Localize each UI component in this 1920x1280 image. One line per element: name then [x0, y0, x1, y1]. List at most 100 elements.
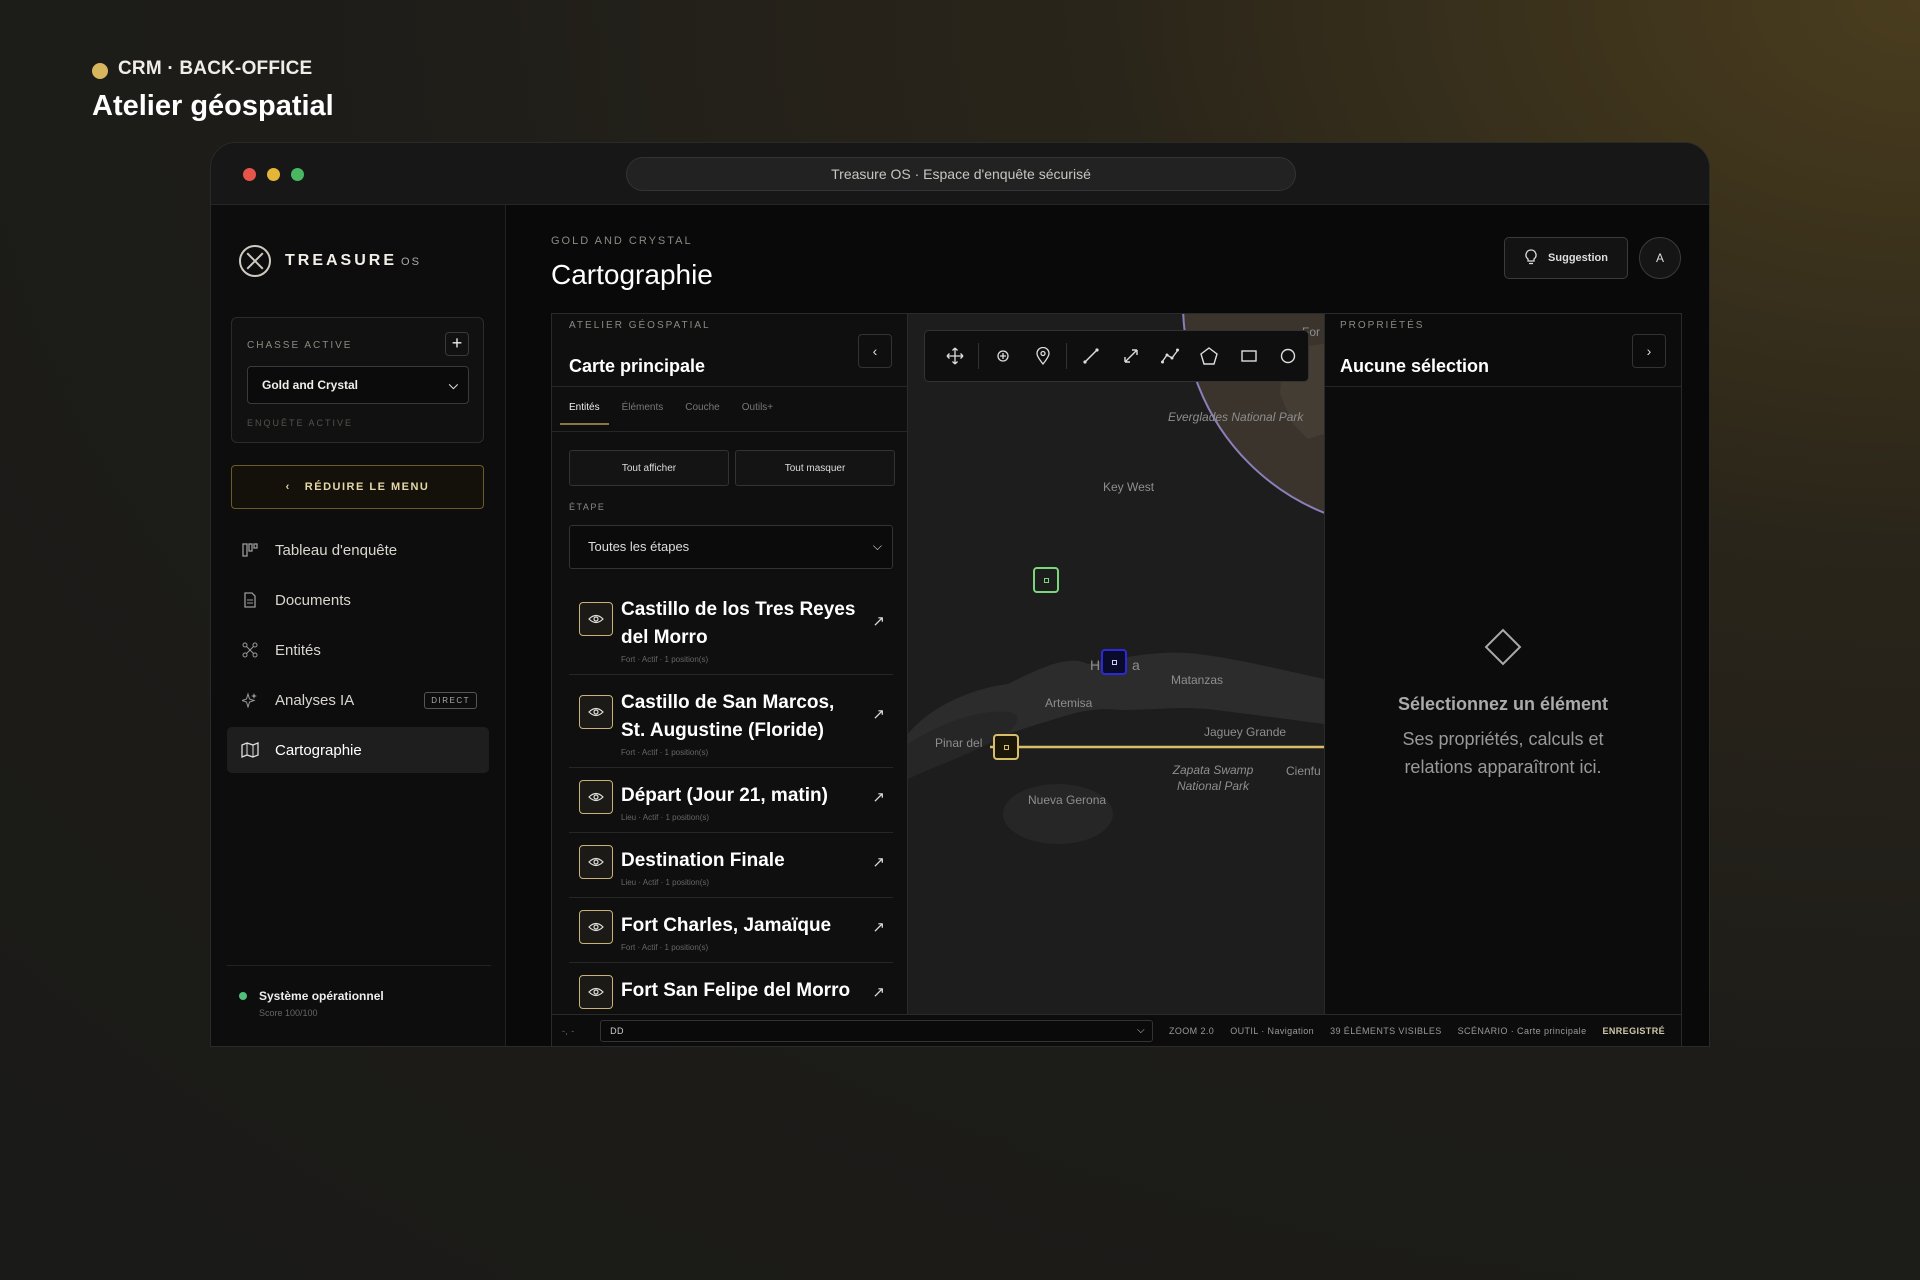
- list-item[interactable]: Castillo de San Marcos, St. Augustine (F…: [569, 675, 893, 768]
- collapse-panel-button[interactable]: ‹: [858, 334, 892, 368]
- marker-square-icon: [1111, 659, 1117, 665]
- active-hunt-label: CHASSE ACTIVE: [247, 340, 353, 351]
- suggestion-button[interactable]: Suggestion: [1504, 237, 1628, 279]
- line-icon[interactable]: [1071, 336, 1110, 376]
- list-item[interactable]: Départ (Jour 21, matin) Lieu · Actif · 1…: [569, 768, 893, 833]
- minimize-window-button[interactable]: [267, 168, 280, 181]
- sidebar-item-documents[interactable]: Documents: [227, 577, 489, 623]
- sidebar-item-entites[interactable]: Entités: [227, 627, 489, 673]
- chevron-down-icon: ⌵: [1136, 1025, 1145, 1036]
- empty-state-title: Sélectionnez un élément: [1397, 694, 1609, 714]
- eye-icon[interactable]: [579, 845, 613, 879]
- open-arrow-icon[interactable]: ↗: [872, 612, 885, 630]
- open-arrow-icon[interactable]: ↗: [872, 788, 885, 806]
- rectangle-icon[interactable]: [1229, 336, 1268, 376]
- stage-label: ÉTAPE: [569, 502, 606, 512]
- divider: [1066, 343, 1068, 369]
- eye-icon[interactable]: [579, 695, 613, 729]
- collapse-properties-button[interactable]: ›: [1632, 334, 1666, 368]
- eye-icon[interactable]: [579, 780, 613, 814]
- stage-select[interactable]: Toutes les étapes ⌵: [569, 525, 893, 569]
- coordinate-format-select[interactable]: DD ⌵: [600, 1020, 1153, 1042]
- list-item[interactable]: Destination Finale Lieu · Actif · 1 posi…: [569, 833, 893, 898]
- tab-couche[interactable]: Couche: [676, 402, 728, 425]
- entity-name: Destination Finale: [621, 850, 785, 871]
- panel-tabs: Entités Éléments Couche Outils+: [560, 402, 786, 425]
- saved-status: ENREGISTRÉ: [1602, 1026, 1665, 1036]
- hunt-select[interactable]: Gold and Crystal ⌵: [247, 366, 469, 404]
- open-arrow-icon[interactable]: ↗: [872, 983, 885, 1001]
- polygon-icon[interactable]: [1190, 336, 1229, 376]
- list-item[interactable]: Castillo de los Tres Reyes del Morro For…: [569, 582, 893, 675]
- map-canvas[interactable]: Everglades National Park Key West Matanz…: [908, 314, 1324, 1016]
- empty-state: Sélectionnez un élément Ses propriétés, …: [1325, 628, 1681, 781]
- avatar[interactable]: A: [1639, 237, 1681, 279]
- chevron-down-icon: ⌵: [872, 539, 882, 553]
- sidebar-item-cartographie[interactable]: Cartographie: [227, 727, 489, 773]
- polyline-icon[interactable]: [1150, 336, 1189, 376]
- brand[interactable]: TREASURE OS: [239, 245, 421, 277]
- maximize-window-button[interactable]: [291, 168, 304, 181]
- tab-entites[interactable]: Entités: [560, 402, 609, 425]
- crosshair-icon[interactable]: [983, 336, 1022, 376]
- entity-meta: Lieu · Actif · 1 position(s): [621, 878, 710, 887]
- map-label-zapata: Zapata Swamp National Park: [1172, 763, 1254, 793]
- pin-icon[interactable]: [1023, 336, 1062, 376]
- eye-icon[interactable]: [579, 975, 613, 1009]
- show-all-button[interactable]: Tout afficher: [569, 450, 729, 486]
- divider: [552, 386, 907, 387]
- eye-icon[interactable]: [579, 910, 613, 944]
- entity-meta: Fort · Actif · 1 position(s): [621, 943, 709, 952]
- crm-status-dot: [92, 63, 108, 79]
- entity-meta: Lieu · Actif · 1 position(s): [621, 813, 710, 822]
- entity-meta: Fort · Actif · 1 position(s): [621, 748, 709, 757]
- empty-state-line: Ses propriétés, calculs et: [1402, 729, 1604, 749]
- properties-panel: PROPRIÉTÉS Aucune sélection › Sélectionn…: [1324, 314, 1681, 1016]
- map-toolbar: [924, 330, 1309, 382]
- map-marker-start[interactable]: [993, 734, 1019, 760]
- sidebar-item-tableau[interactable]: Tableau d'enquête: [227, 527, 489, 573]
- tab-elements[interactable]: Éléments: [613, 402, 673, 425]
- open-arrow-icon[interactable]: ↗: [872, 918, 885, 936]
- list-item[interactable]: Fort Charles, Jamaïque Fort · Actif · 1 …: [569, 898, 893, 963]
- map-label-jaguey: Jaguey Grande: [1204, 725, 1287, 739]
- measure-icon[interactable]: [1111, 336, 1150, 376]
- visibility-buttons: Tout afficher Tout masquer: [569, 450, 895, 486]
- diamond-icon: [1484, 628, 1522, 666]
- map-label-pinar: Pinar del: [935, 736, 983, 750]
- entity-name: Fort San Felipe del Morro: [621, 980, 851, 1001]
- brand-name-text: TREASURE: [285, 252, 398, 269]
- window-titlebar: Treasure OS · Espace d'enquête sécurisé: [211, 143, 1709, 205]
- divider: [227, 965, 491, 966]
- system-status: Système opérationnel Score 100/100: [239, 989, 384, 1018]
- address-bar[interactable]: Treasure OS · Espace d'enquête sécurisé: [626, 157, 1296, 191]
- open-arrow-icon[interactable]: ↗: [872, 853, 885, 871]
- close-window-button[interactable]: [243, 168, 256, 181]
- entity-name: Castillo de San Marcos, St. Augustine (F…: [621, 692, 835, 741]
- list-item[interactable]: Fort San Felipe del Morro ↗: [569, 963, 893, 1016]
- eye-icon[interactable]: [579, 602, 613, 636]
- map-icon: [241, 741, 259, 759]
- add-hunt-button[interactable]: +: [445, 332, 469, 356]
- document-icon: [241, 591, 259, 609]
- map-marker-havana[interactable]: [1101, 649, 1127, 675]
- circle-icon[interactable]: [1269, 336, 1308, 376]
- sidebar-item-label: Analyses IA: [275, 691, 355, 709]
- sidebar: TREASURE OS CHASSE ACTIVE + Gold and Crys…: [211, 205, 506, 1046]
- page-eyebrow: GOLD AND CRYSTAL: [551, 235, 693, 247]
- open-arrow-icon[interactable]: ↗: [872, 705, 885, 723]
- sidebar-item-analyses[interactable]: Analyses IA DIRECT: [227, 677, 489, 723]
- network-icon: [241, 641, 259, 659]
- move-icon[interactable]: [935, 336, 974, 376]
- hide-all-button[interactable]: Tout masquer: [735, 450, 895, 486]
- cursor-coordinates: -, -: [562, 1026, 575, 1036]
- crm-kicker-label: CRM · BACK-OFFICE: [118, 58, 313, 79]
- tab-outils[interactable]: Outils+: [733, 402, 782, 425]
- map-label-matanzas: Matanzas: [1171, 673, 1224, 687]
- map-label-havana-start: H: [1090, 657, 1101, 673]
- coordinate-format-value: DD: [610, 1026, 624, 1036]
- page-title: Cartographie: [551, 259, 713, 290]
- map-marker-green[interactable]: [1033, 567, 1059, 593]
- reduce-menu-button[interactable]: ‹ RÉDUIRE LE MENU: [231, 465, 484, 509]
- hunt-select-value: Gold and Crystal: [262, 378, 359, 392]
